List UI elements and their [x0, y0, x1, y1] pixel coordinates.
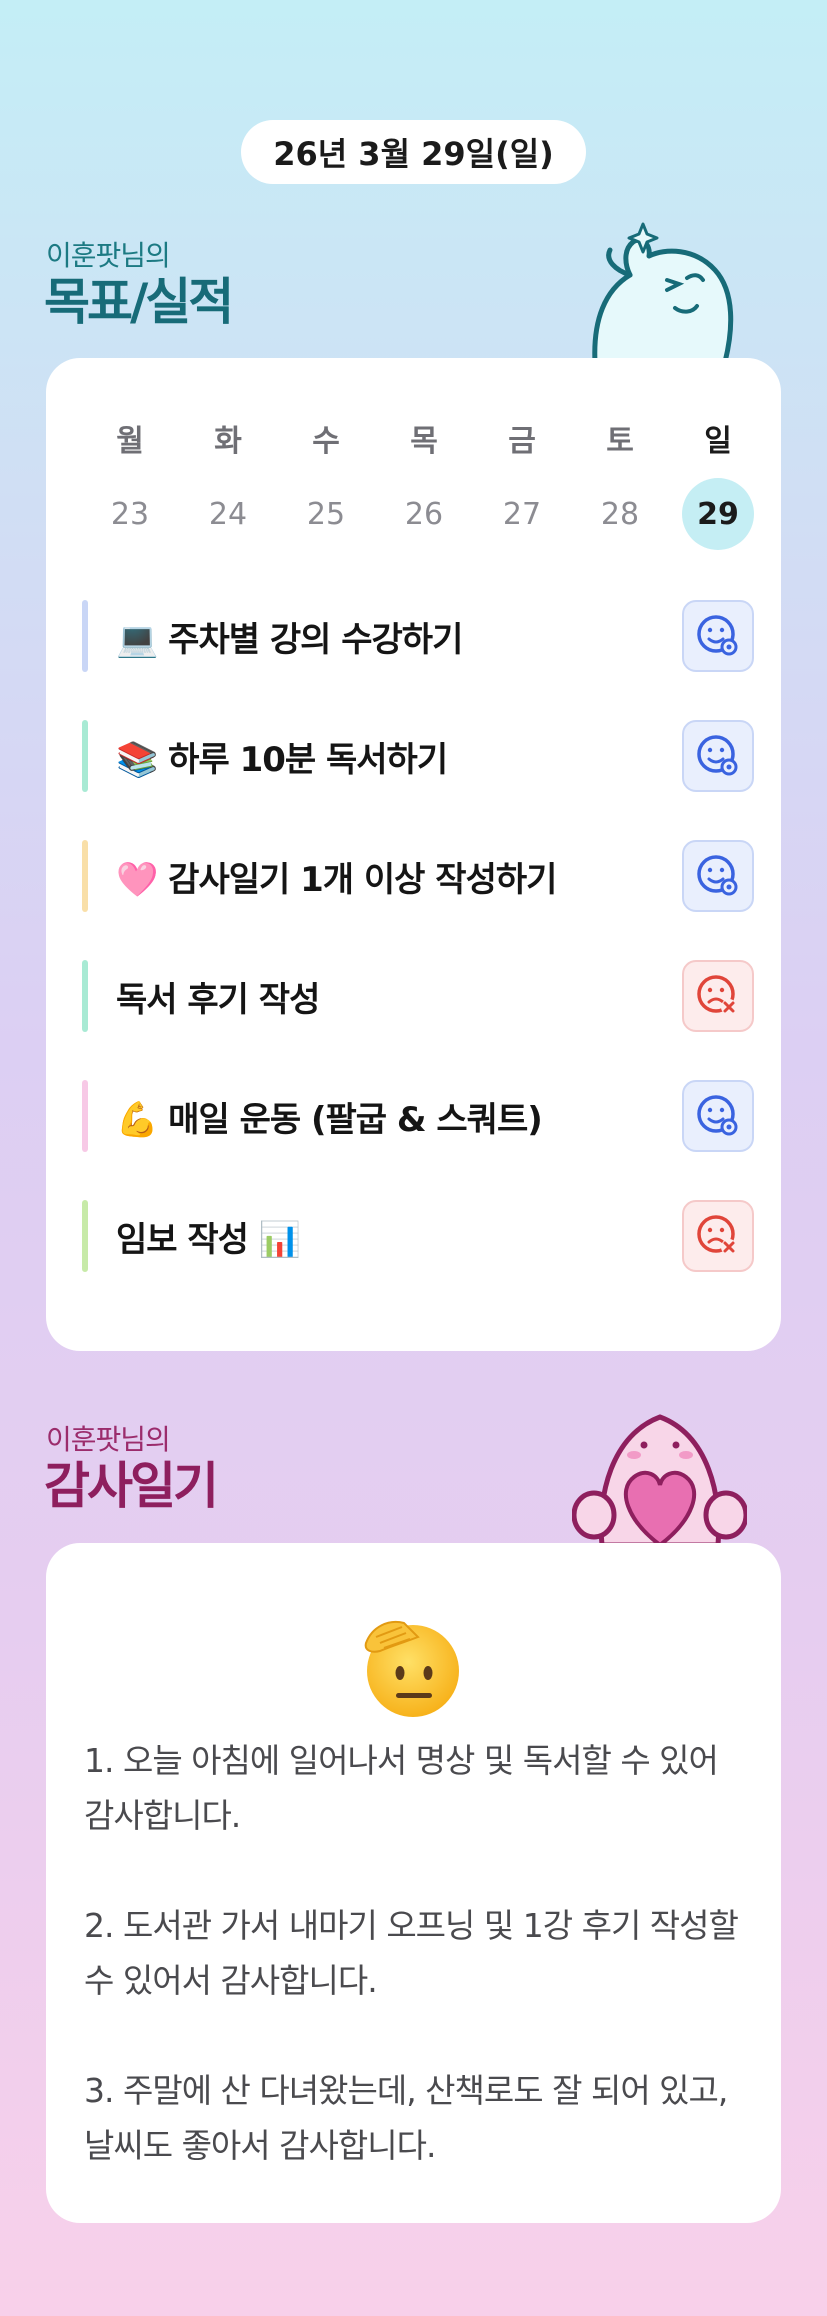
- goals-section-title: 목표/실적: [44, 273, 234, 331]
- frown-missed-icon: [697, 1215, 737, 1255]
- gratitude-entries: 1. 오늘 아침에 일어나서 명상 및 독서할 수 있어 감사합니다. 2. 도…: [84, 1733, 754, 2173]
- goal-label: 📚 하루 10분 독서하기: [116, 739, 448, 780]
- date-display[interactable]: 26년 3월 29일(일): [241, 120, 586, 184]
- date-cell[interactable]: 23: [94, 478, 166, 550]
- smile-done-icon: [697, 1095, 738, 1136]
- goal-color-bar: [82, 720, 88, 792]
- date-cell[interactable]: 27: [486, 478, 558, 550]
- weekday-label: 일: [704, 424, 732, 459]
- goal-status-button[interactable]: [682, 1080, 754, 1152]
- weekday-header: 월 화 수 목 금 토 일: [46, 418, 781, 459]
- gratitude-item: 3. 주말에 산 다녀왔는데, 산책로도 잘 되어 있고, 날씨도 좋아서 감사…: [84, 2071, 728, 2165]
- weekday-label: 금: [508, 424, 536, 459]
- gratitude-section-title: 감사일기: [44, 1457, 219, 1515]
- gratitude-item: 1. 오늘 아침에 일어나서 명상 및 독서할 수 있어 감사합니다.: [84, 1741, 719, 1835]
- goal-item[interactable]: 💻 주차별 강의 수강하기: [82, 598, 754, 674]
- saluting-face-icon: [364, 1621, 459, 1717]
- goal-status-button[interactable]: [682, 1200, 754, 1272]
- smile-done-icon: [697, 615, 738, 656]
- goal-color-bar: [82, 1080, 88, 1152]
- goal-item[interactable]: 📚 하루 10분 독서하기: [82, 718, 754, 794]
- frown-missed-icon: [697, 975, 737, 1015]
- goal-status-button[interactable]: [682, 600, 754, 672]
- date-cell[interactable]: 24: [192, 478, 264, 550]
- weekday-label: 수: [312, 424, 340, 459]
- smile-done-icon: [697, 735, 738, 776]
- goal-item[interactable]: 💪 매일 운동 (팔굽 & 스쿼트): [82, 1078, 754, 1154]
- goal-label: 임보 작성 📊: [116, 1219, 301, 1260]
- goal-color-bar: [82, 840, 88, 912]
- goal-status-button[interactable]: [682, 960, 754, 1032]
- mascot-thumbs-up-icon: [592, 222, 734, 362]
- goal-label: 💻 주차별 강의 수강하기: [116, 619, 463, 660]
- mascot-heart-hug-icon: [572, 1414, 747, 1545]
- goal-color-bar: [82, 1200, 88, 1272]
- date-cell-today[interactable]: 29: [682, 478, 754, 550]
- goal-label: 💪 매일 운동 (팔굽 & 스쿼트): [116, 1099, 543, 1140]
- goal-item[interactable]: 독서 후기 작성: [82, 958, 754, 1034]
- weekday-label: 목: [410, 424, 438, 459]
- weekday-label: 월: [116, 424, 144, 459]
- smile-done-icon: [697, 855, 738, 896]
- goal-label: 독서 후기 작성: [116, 979, 320, 1020]
- goal-status-button[interactable]: [682, 840, 754, 912]
- goals-card: 월 화 수 목 금 토 일 23 24 25 26 27 28 29 💻 주차별…: [46, 358, 781, 1351]
- date-cell[interactable]: 25: [290, 478, 362, 550]
- goal-color-bar: [82, 960, 88, 1032]
- goal-item[interactable]: 임보 작성 📊: [82, 1198, 754, 1274]
- week-dates: 23 24 25 26 27 28 29: [46, 478, 781, 550]
- date-cell[interactable]: 28: [584, 478, 656, 550]
- weekday-label: 화: [214, 424, 242, 459]
- goal-item[interactable]: 🩷 감사일기 1개 이상 작성하기: [82, 838, 754, 914]
- goal-status-button[interactable]: [682, 720, 754, 792]
- gratitude-item: 2. 도서관 가서 내마기 오프닝 및 1강 후기 작성할 수 있어서 감사합니…: [84, 1906, 739, 2000]
- goal-label: 🩷 감사일기 1개 이상 작성하기: [116, 859, 557, 900]
- date-cell[interactable]: 26: [388, 478, 460, 550]
- goal-color-bar: [82, 600, 88, 672]
- weekday-label: 토: [606, 424, 634, 459]
- gratitude-card: 1. 오늘 아침에 일어나서 명상 및 독서할 수 있어 감사합니다. 2. 도…: [46, 1543, 781, 2223]
